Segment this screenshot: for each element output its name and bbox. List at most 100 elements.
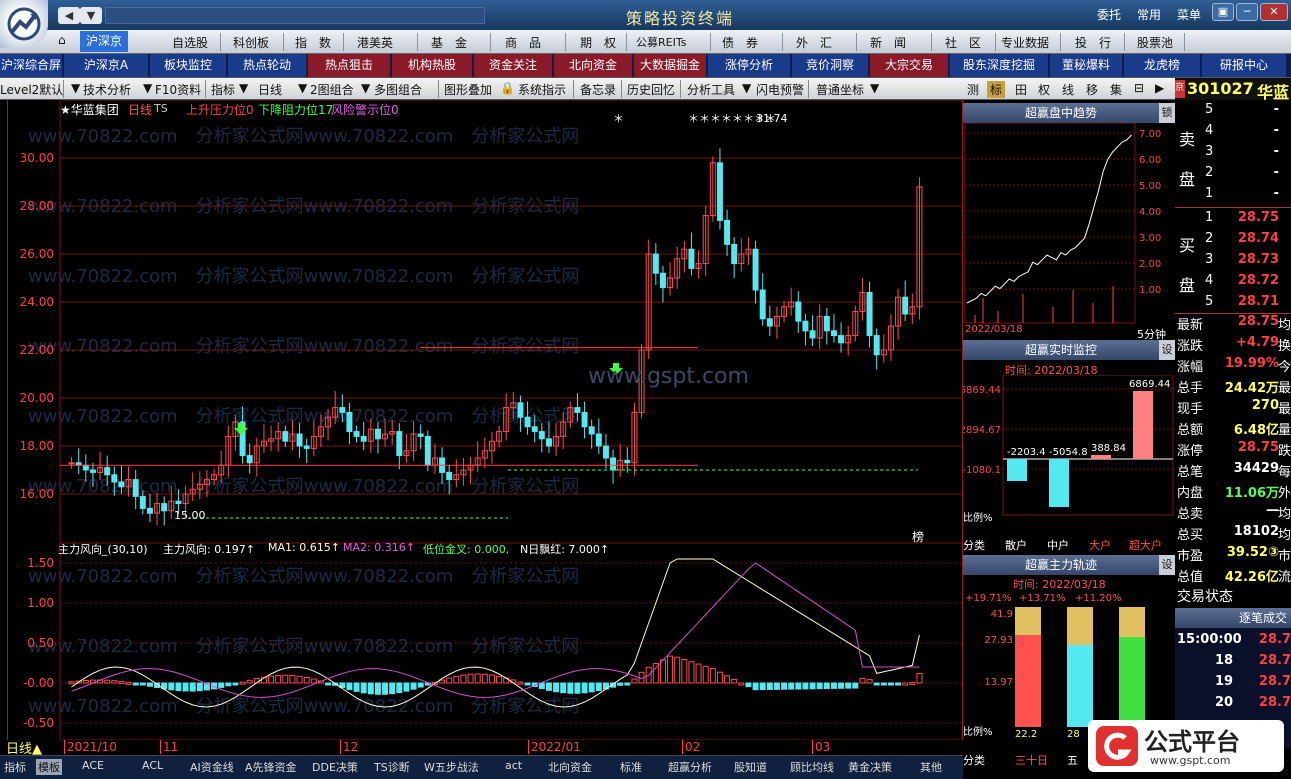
bottom-tab-8[interactable]: W五步战法 — [424, 759, 479, 775]
buy-row[interactable]: 3 28.73 — [1175, 252, 1291, 273]
tool-xitongzhishi[interactable]: 系统指示 — [518, 81, 566, 98]
menu-xinwen[interactable]: 新 闻 — [870, 34, 906, 51]
bottom-tab-9[interactable]: act — [505, 759, 522, 772]
menu-waihui[interactable]: 外 汇 — [796, 34, 832, 51]
lock-icon[interactable]: 🔒 — [500, 81, 515, 95]
menu-hushenjing[interactable]: 沪深京 — [80, 31, 129, 52]
kline-chart-area[interactable]: www.70822.com 分析家公式网www.70822.com 分析家公式网… — [8, 100, 963, 740]
menu-touhang[interactable]: 投 行 — [1075, 34, 1111, 51]
submenu-item-13[interactable]: 董秘爆料 — [1050, 54, 1122, 77]
tool-2tuzuhe[interactable]: 2图组合 — [310, 81, 354, 98]
home-icon[interactable]: ⌂ — [58, 33, 66, 47]
tool-fenxigongju[interactable]: 分析工具 — [687, 81, 735, 98]
menu-zhishu[interactable]: 指 数 — [295, 34, 331, 51]
bottom-tab-3[interactable]: ACL — [142, 759, 163, 772]
tab-quan[interactable]: 权 — [1038, 81, 1050, 98]
track-settings-button[interactable]: 设 — [1159, 555, 1175, 575]
close-icon[interactable]: ✕ — [1260, 3, 1288, 21]
menu-changyong[interactable]: 常用 — [1137, 6, 1161, 23]
submenu-item-15[interactable]: 研报中心 — [1202, 54, 1286, 77]
tick-detail-title[interactable]: 逐笔成交 — [1175, 608, 1291, 628]
submenu-item-8[interactable]: 大数据掘金 — [634, 54, 706, 77]
bottom-tab-7[interactable]: TS诊断 — [374, 759, 410, 775]
submenu-item-9[interactable]: 涨停分析 — [708, 54, 790, 77]
sell-row[interactable]: 4- — [1175, 123, 1291, 144]
tool-putongzuobiao[interactable]: 普通坐标 — [816, 81, 864, 98]
menu-shangpin[interactable]: 商 品 — [505, 34, 541, 51]
menu-reits[interactable]: 公募REITs — [636, 34, 686, 50]
restore-icon[interactable]: ▣ — [1212, 3, 1234, 21]
menu-gupiaochi[interactable]: 股票池 — [1137, 34, 1173, 51]
minimize-icon[interactable]: ─ — [1236, 3, 1258, 21]
tool-level2[interactable]: Level2默认 — [0, 81, 63, 98]
submenu-item-10[interactable]: 竞价洞察 — [792, 54, 868, 77]
bottom-tab-2[interactable]: ACE — [82, 759, 104, 772]
dropdown-arrow-icon[interactable]: ▼ — [361, 81, 370, 95]
submenu-item-6[interactable]: 资金关注 — [474, 54, 552, 77]
dropdown-arrow-icon[interactable]: ▼ — [71, 81, 80, 95]
tab-tian[interactable]: 田 — [1015, 81, 1027, 98]
period-toggle[interactable]: 日线▲ — [6, 738, 42, 757]
tab-biao[interactable]: 标 — [987, 81, 1006, 98]
menu-weituo[interactable]: 委托 — [1097, 6, 1121, 23]
tool-f10[interactable]: F10资料 — [155, 81, 201, 98]
menu-shequ[interactable]: 社 区 — [945, 34, 981, 51]
submenu-item-1[interactable]: 沪深京A — [64, 54, 148, 77]
play-icon[interactable]: ▶ — [1155, 81, 1164, 95]
buy-row[interactable]: 1 28.75 — [1175, 210, 1291, 231]
submenu-item-11[interactable]: 大宗交易 — [870, 54, 948, 77]
submenu-item-3[interactable]: 热点轮动 — [228, 54, 306, 77]
submenu-item-5[interactable]: 机构热股 — [392, 54, 472, 77]
submenu-item-12[interactable]: 股东深度挖掘 — [950, 54, 1048, 77]
bottom-tab-16[interactable]: 其他 — [920, 759, 942, 775]
sell-row[interactable]: 5- — [1175, 102, 1291, 123]
menu-zixuangu[interactable]: 自选股 — [172, 34, 208, 51]
menu-kechuangban[interactable]: 科创板 — [233, 34, 269, 51]
menu-qiquan[interactable]: 期 权 — [580, 34, 616, 51]
monitor-settings-button[interactable]: 设 — [1159, 340, 1175, 360]
dropdown-arrow-icon[interactable]: ▼ — [298, 81, 307, 95]
command-bar[interactable] — [105, 7, 485, 24]
bottom-tab-0[interactable]: 指标 — [4, 759, 26, 775]
back-button[interactable]: ◀ — [58, 7, 80, 24]
kline-svg[interactable]: 30.00 28.00 26.00 24.00 22.00 20.00 18.00 16.00… — [8, 100, 963, 740]
sell-row[interactable]: 1- — [1175, 186, 1291, 207]
dropdown-arrow-icon[interactable]: ▼ — [239, 81, 248, 95]
tool-zhibiao[interactable]: 指标 — [211, 81, 235, 98]
bottom-tab-11[interactable]: 标准 — [620, 759, 642, 775]
bottom-tab-15[interactable]: 黄金决策 — [848, 759, 892, 775]
submenu-item-0[interactable]: 沪深综合屏 — [0, 54, 62, 77]
submenu-item-7[interactable]: 北向资金 — [554, 54, 632, 77]
tab-xian[interactable]: 线 — [1062, 81, 1074, 98]
dropdown-arrow-icon[interactable]: ▼ — [143, 81, 152, 95]
dropdown-arrow-icon[interactable]: ▼ — [742, 81, 751, 95]
tool-rixian[interactable]: 日线 — [258, 81, 282, 98]
menu-caidan[interactable]: 菜单 — [1177, 6, 1201, 23]
sell-row[interactable]: 3- — [1175, 144, 1291, 165]
trend-lock-button[interactable]: 锁 — [1159, 103, 1175, 123]
dropdown-arrow-icon[interactable]: ▼ — [870, 81, 879, 95]
menu-zhuanyeshuju[interactable]: 专业数据 — [1001, 34, 1049, 51]
tool-beiwanglu[interactable]: 备忘录 — [580, 81, 616, 98]
bottom-tab-1[interactable]: 模板 — [36, 759, 62, 775]
submenu-item-14[interactable]: 龙虎榜 — [1124, 54, 1200, 77]
bottom-tab-6[interactable]: DDE决策 — [312, 759, 358, 775]
tool-jishufenxi[interactable]: 技术分析 — [83, 81, 131, 98]
forward-button[interactable]: ▼ — [80, 7, 102, 24]
sell-row[interactable]: 2- — [1175, 165, 1291, 186]
bottom-tab-5[interactable]: A先锋资金 — [245, 759, 297, 775]
bottom-tab-12[interactable]: 超赢分析 — [668, 759, 712, 775]
buy-row[interactable]: 5 28.71 — [1175, 294, 1291, 315]
bottom-tab-14[interactable]: 顾比均线 — [790, 759, 834, 775]
submenu-item-4[interactable]: 热点狙击 — [308, 54, 390, 77]
buy-row[interactable]: 2 28.74 — [1175, 231, 1291, 252]
bottom-tab-13[interactable]: 股知道 — [734, 759, 767, 775]
tool-lishihuiyi[interactable]: 历史回忆 — [627, 81, 675, 98]
submenu-item-2[interactable]: 板块监控 — [150, 54, 226, 77]
tab-ji[interactable]: 集 — [1110, 81, 1122, 98]
menu-jijin[interactable]: 基 金 — [431, 34, 467, 51]
tool-shandianyujing[interactable]: 闪电预警 — [756, 81, 804, 98]
tool-tuxingdiejia[interactable]: 图形叠加 — [444, 81, 492, 98]
menu-gangmeiying[interactable]: 港美英 — [357, 34, 393, 51]
tool-duotuzuhe[interactable]: 多图组合 — [374, 81, 422, 98]
